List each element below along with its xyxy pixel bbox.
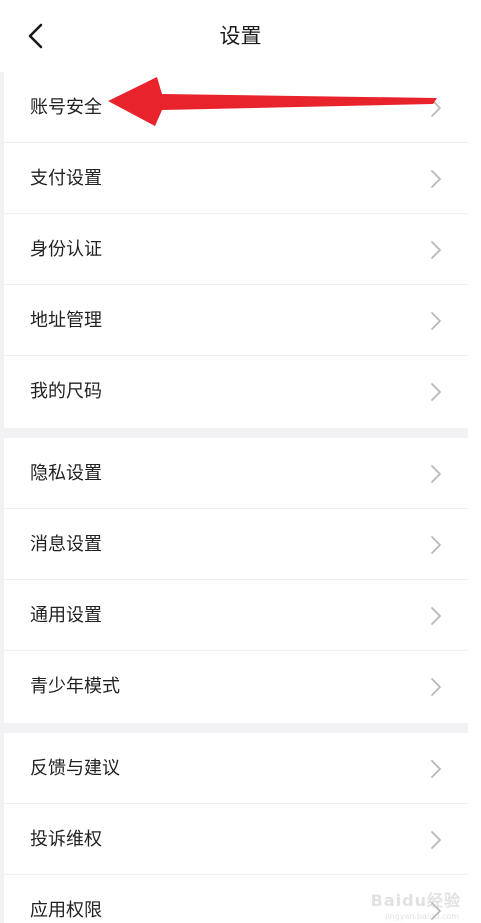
chevron-right-icon bbox=[431, 465, 441, 483]
settings-row-general[interactable]: 通用设置 bbox=[4, 580, 468, 651]
chevron-right-icon bbox=[431, 831, 441, 849]
chevron-right-icon bbox=[431, 760, 441, 778]
settings-group-account: 账号安全 支付设置 身份认证 地址管理 我的尺码 bbox=[4, 72, 468, 428]
row-label: 反馈与建议 bbox=[30, 758, 120, 779]
header-bar: 设置 bbox=[0, 0, 481, 72]
chevron-right-icon bbox=[431, 536, 441, 554]
settings-row-identity[interactable]: 身份认证 bbox=[4, 214, 468, 285]
settings-page: 设置 账号安全 支付设置 身份认证 地址管理 我的尺码 隐私设置 消息设置 通用… bbox=[0, 0, 481, 923]
chevron-right-icon bbox=[431, 170, 441, 188]
settings-row-privacy[interactable]: 隐私设置 bbox=[4, 438, 468, 509]
right-gutter bbox=[468, 0, 481, 923]
row-label: 身份认证 bbox=[30, 239, 102, 260]
chevron-right-icon bbox=[431, 241, 441, 259]
baidu-watermark: Baidu经验 bbox=[370, 891, 461, 910]
settings-group-preferences: 隐私设置 消息设置 通用设置 青少年模式 bbox=[4, 438, 468, 723]
settings-row-complaint[interactable]: 投诉维权 bbox=[4, 804, 468, 875]
settings-row-feedback[interactable]: 反馈与建议 bbox=[4, 733, 468, 804]
chevron-right-icon bbox=[431, 383, 441, 401]
baidu-watermark-url: jingyan.baidu.com bbox=[385, 912, 459, 921]
row-label: 青少年模式 bbox=[30, 676, 120, 697]
chevron-right-icon bbox=[431, 678, 441, 696]
chevron-right-icon bbox=[431, 312, 441, 330]
row-label: 账号安全 bbox=[30, 97, 102, 118]
row-label: 消息设置 bbox=[30, 534, 102, 555]
settings-row-address[interactable]: 地址管理 bbox=[4, 285, 468, 356]
page-title: 设置 bbox=[219, 24, 262, 48]
row-label: 通用设置 bbox=[30, 605, 102, 626]
row-label: 我的尺码 bbox=[30, 381, 102, 402]
settings-row-size[interactable]: 我的尺码 bbox=[4, 356, 468, 427]
chevron-left-icon bbox=[28, 23, 43, 49]
settings-row-youth-mode[interactable]: 青少年模式 bbox=[4, 651, 468, 722]
settings-row-payment[interactable]: 支付设置 bbox=[4, 143, 468, 214]
back-button[interactable] bbox=[18, 18, 54, 54]
row-label: 地址管理 bbox=[30, 310, 102, 331]
chevron-right-icon bbox=[431, 607, 441, 625]
chevron-right-icon bbox=[431, 99, 441, 117]
settings-row-messages[interactable]: 消息设置 bbox=[4, 509, 468, 580]
settings-row-account-security[interactable]: 账号安全 bbox=[4, 72, 468, 143]
row-label: 支付设置 bbox=[30, 168, 102, 189]
row-label: 隐私设置 bbox=[30, 463, 102, 484]
row-label: 投诉维权 bbox=[30, 829, 102, 850]
row-label: 应用权限 bbox=[30, 900, 102, 921]
